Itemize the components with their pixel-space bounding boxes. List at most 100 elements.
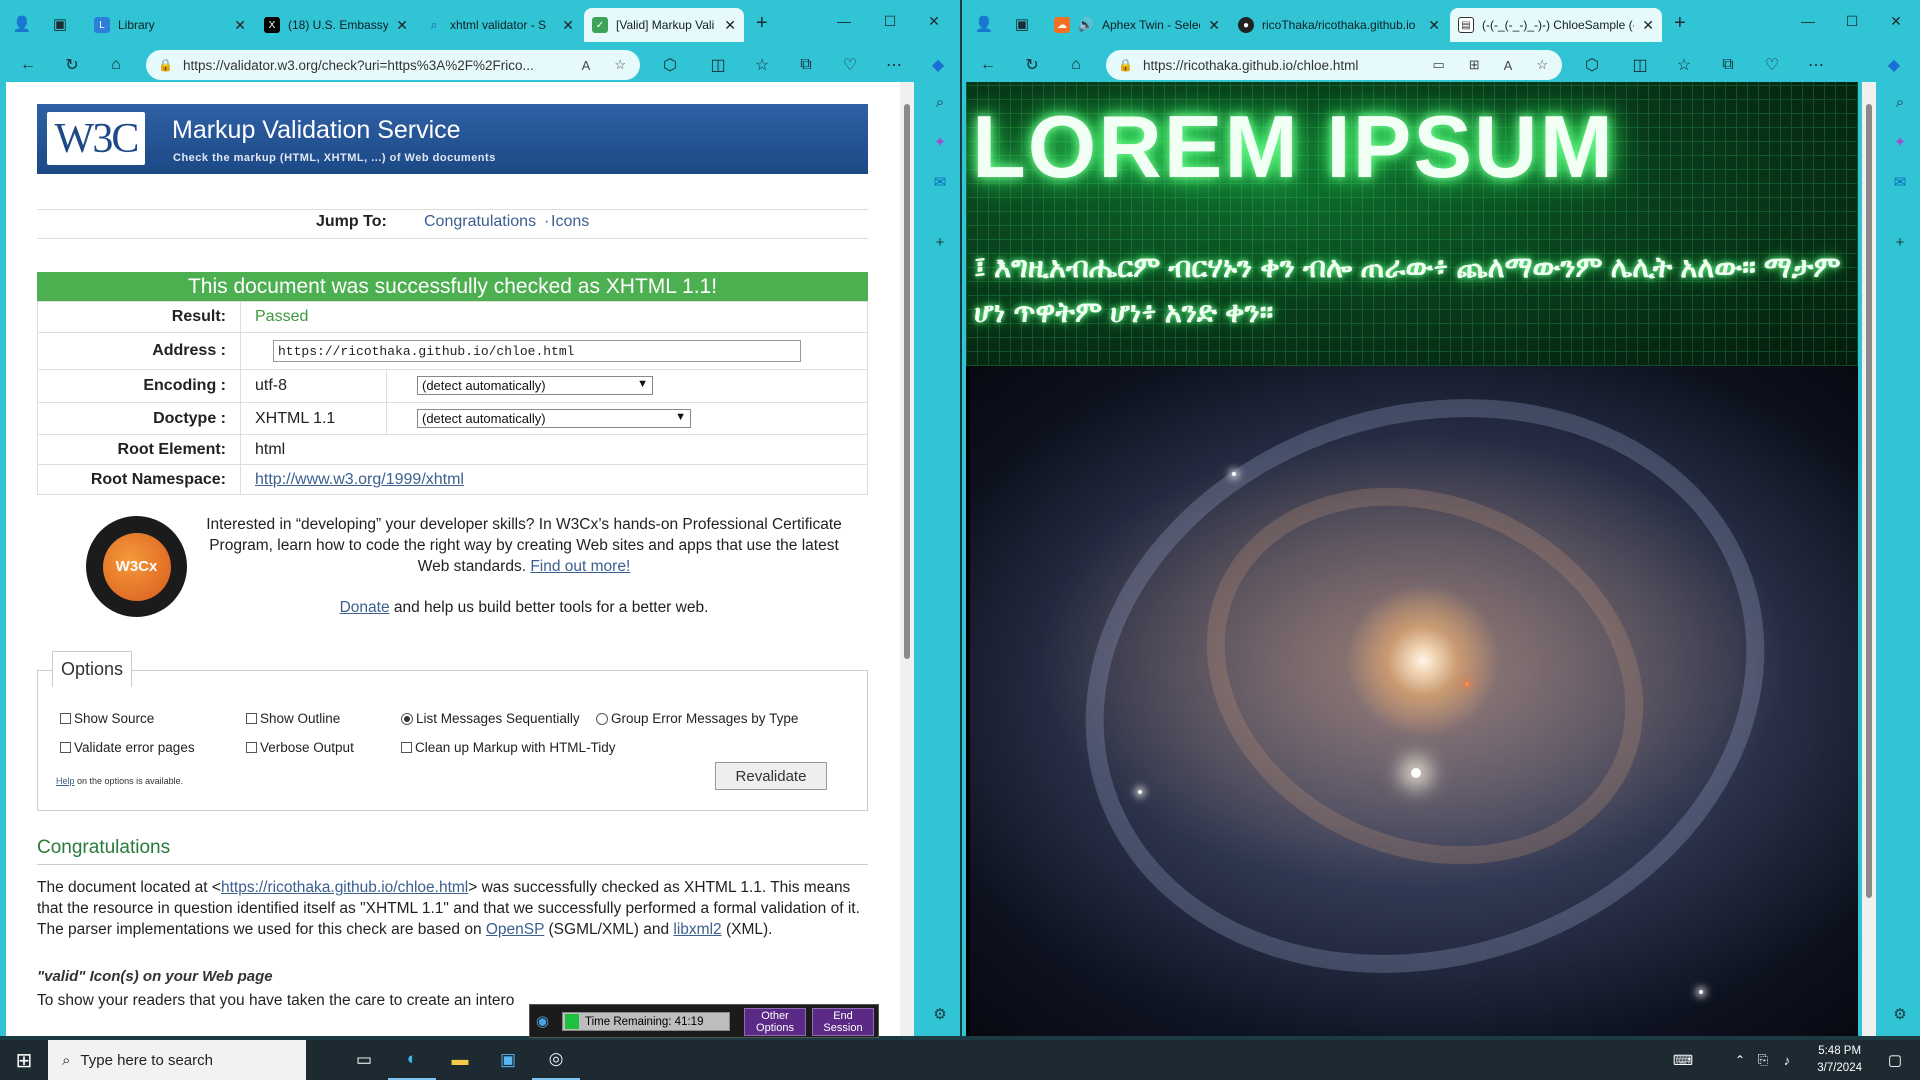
help-link[interactable]: Help: [56, 776, 75, 786]
root-namespace-link[interactable]: http://www.w3.org/1999/xhtml: [255, 471, 464, 488]
chevron-up-icon[interactable]: ⌃: [1730, 1040, 1750, 1080]
minimize-icon[interactable]: —: [1788, 8, 1828, 34]
tab-library[interactable]: L Library ✕: [86, 8, 254, 42]
close-window-icon[interactable]: ✕: [914, 8, 954, 34]
back-icon[interactable]: ←: [14, 51, 42, 79]
validate-error-pages-checkbox[interactable]: [60, 742, 71, 753]
address-field[interactable]: https://ricothaka.github.io/chloe.html: [273, 340, 801, 362]
volume-icon[interactable]: ♪: [1776, 1040, 1798, 1080]
profile-icon[interactable]: 👤: [970, 10, 998, 38]
verbose-output-checkbox[interactable]: [246, 742, 257, 753]
profile-icon[interactable]: 👤: [8, 10, 36, 38]
app-available-icon[interactable]: ⊞: [1469, 57, 1480, 73]
show-outline-checkbox[interactable]: [246, 713, 257, 724]
right-page-scrollbar[interactable]: [1862, 82, 1876, 1036]
start-windows-icon[interactable]: ⊞: [0, 1040, 48, 1080]
w3cx-badge-image[interactable]: W3Cx: [86, 516, 187, 617]
sidebar-outlook-icon[interactable]: ✉: [928, 170, 952, 194]
favorites-icon[interactable]: ☆: [748, 51, 776, 79]
close-tab-icon[interactable]: ✕: [396, 17, 408, 34]
left-page-scrollbar[interactable]: [900, 82, 914, 1036]
end-session-button[interactable]: End Session: [812, 1008, 874, 1036]
sidebar-games-icon[interactable]: ✦: [928, 130, 952, 154]
validate-error-pages-option[interactable]: Validate error pages: [60, 740, 195, 755]
speaker-icon[interactable]: 🔊: [1078, 17, 1094, 33]
tab-validator[interactable]: ✓ [Valid] Markup Vali ✕: [584, 8, 744, 42]
jump-congratulations-link[interactable]: Congratulations: [424, 213, 536, 231]
read-aloud-icon[interactable]: A: [582, 58, 591, 73]
tab-embassy[interactable]: X (18) U.S. Embassy ✕: [256, 8, 416, 42]
sidebar-search-icon[interactable]: ⌕: [928, 90, 952, 114]
copilot-icon[interactable]: ◆: [1880, 51, 1908, 79]
find-out-more-link[interactable]: Find out more!: [530, 558, 630, 575]
taskbar-search-box[interactable]: ⌕ Type here to search: [48, 1040, 306, 1080]
sidebar-add-icon[interactable]: +: [1888, 230, 1912, 254]
group-errors-option[interactable]: Group Error Messages by Type: [596, 711, 798, 726]
sidebar-settings-icon[interactable]: ⚙: [928, 1002, 952, 1026]
w3c-logo[interactable]: W3C: [47, 112, 145, 165]
tab-aphex-twin[interactable]: ☁ 🔊 Aphex Twin - Selected A ✕: [1046, 8, 1228, 42]
close-tab-icon[interactable]: ✕: [724, 17, 736, 34]
refresh-icon[interactable]: ↻: [1018, 51, 1046, 79]
show-outline-option[interactable]: Show Outline: [246, 711, 340, 726]
keyboard-icon[interactable]: ⌨: [1668, 1040, 1698, 1080]
favorite-star-icon[interactable]: ☆: [1536, 57, 1548, 73]
system-clock[interactable]: 5:48 PM 3/7/2024: [1817, 1043, 1862, 1077]
file-explorer-icon[interactable]: ▬: [436, 1040, 484, 1080]
doctype-select[interactable]: (detect automatically) ▼: [417, 409, 691, 428]
opensp-link[interactable]: OpenSP: [486, 921, 544, 938]
close-window-icon[interactable]: ✕: [1876, 8, 1916, 34]
split-screen-icon[interactable]: ◫: [704, 51, 732, 79]
list-sequential-option[interactable]: List Messages Sequentially: [401, 711, 580, 726]
copilot-icon[interactable]: ◆: [924, 51, 952, 79]
document-url-link[interactable]: https://ricothaka.github.io/chloe.html: [221, 879, 468, 896]
split-screen-icon[interactable]: ◫: [1626, 51, 1654, 79]
donate-link[interactable]: Donate: [340, 599, 390, 616]
address-bar[interactable]: 🔒 https://ricothaka.github.io/chloe.html…: [1106, 50, 1562, 80]
sidebar-outlook-icon[interactable]: ✉: [1888, 170, 1912, 194]
libxml2-link[interactable]: libxml2: [673, 921, 721, 938]
sidebar-games-icon[interactable]: ✦: [1888, 130, 1912, 154]
sidebar-search-icon[interactable]: ⌕: [1888, 90, 1912, 114]
home-icon[interactable]: ⌂: [102, 51, 130, 79]
maximize-icon[interactable]: ☐: [1832, 8, 1872, 34]
refresh-icon[interactable]: ↻: [58, 51, 86, 79]
cleanup-option[interactable]: Clean up Markup with HTML-Tidy: [401, 740, 616, 755]
back-icon[interactable]: ←: [974, 51, 1002, 79]
scrollbar-thumb[interactable]: [904, 104, 910, 659]
cleanup-checkbox[interactable]: [401, 742, 412, 753]
new-tab-icon[interactable]: +: [756, 12, 768, 35]
more-menu-icon[interactable]: ⋯: [880, 51, 908, 79]
address-bar[interactable]: 🔒 https://validator.w3.org/check?uri=htt…: [146, 50, 640, 80]
browser-essentials-icon[interactable]: ♡: [1758, 51, 1786, 79]
other-options-button[interactable]: Other Options: [744, 1008, 806, 1036]
close-tab-icon[interactable]: ✕: [1428, 17, 1440, 34]
close-tab-icon[interactable]: ✕: [1208, 17, 1220, 34]
sidebar-settings-icon[interactable]: ⚙: [1888, 1002, 1912, 1026]
immersive-reader-icon[interactable]: ▭: [1432, 57, 1444, 73]
more-menu-icon[interactable]: ⋯: [1802, 51, 1830, 79]
show-source-option[interactable]: Show Source: [60, 711, 154, 726]
scrollbar-thumb[interactable]: [1866, 104, 1872, 898]
show-source-checkbox[interactable]: [60, 713, 71, 724]
close-tab-icon[interactable]: ✕: [1642, 17, 1654, 34]
tab-github[interactable]: ● ricoThaka/ricothaka.github.io ✕: [1230, 8, 1448, 42]
new-tab-icon[interactable]: +: [1674, 12, 1686, 35]
tab-search[interactable]: ⌕ xhtml validator - S ✕: [418, 8, 582, 42]
home-icon[interactable]: ⌂: [1062, 51, 1090, 79]
favorites-icon[interactable]: ☆: [1670, 51, 1698, 79]
tab-actions-icon[interactable]: ▣: [1008, 10, 1036, 38]
favorite-star-icon[interactable]: ☆: [614, 57, 626, 73]
notifications-icon[interactable]: ▢: [1880, 1040, 1910, 1080]
task-view-icon[interactable]: ▭: [340, 1040, 388, 1080]
maximize-icon[interactable]: ☐: [870, 8, 910, 34]
sidebar-add-icon[interactable]: +: [928, 230, 952, 254]
revalidate-button[interactable]: Revalidate: [715, 762, 827, 790]
network-icon[interactable]: ⎘: [1752, 1040, 1774, 1080]
store-icon[interactable]: ▣: [484, 1040, 532, 1080]
extensions-icon[interactable]: ⬡: [656, 51, 684, 79]
list-sequential-radio[interactable]: [401, 712, 413, 725]
close-tab-icon[interactable]: ✕: [562, 17, 574, 34]
group-errors-radio[interactable]: [596, 712, 608, 725]
timer-app-taskbar-icon[interactable]: ◎: [532, 1040, 580, 1080]
